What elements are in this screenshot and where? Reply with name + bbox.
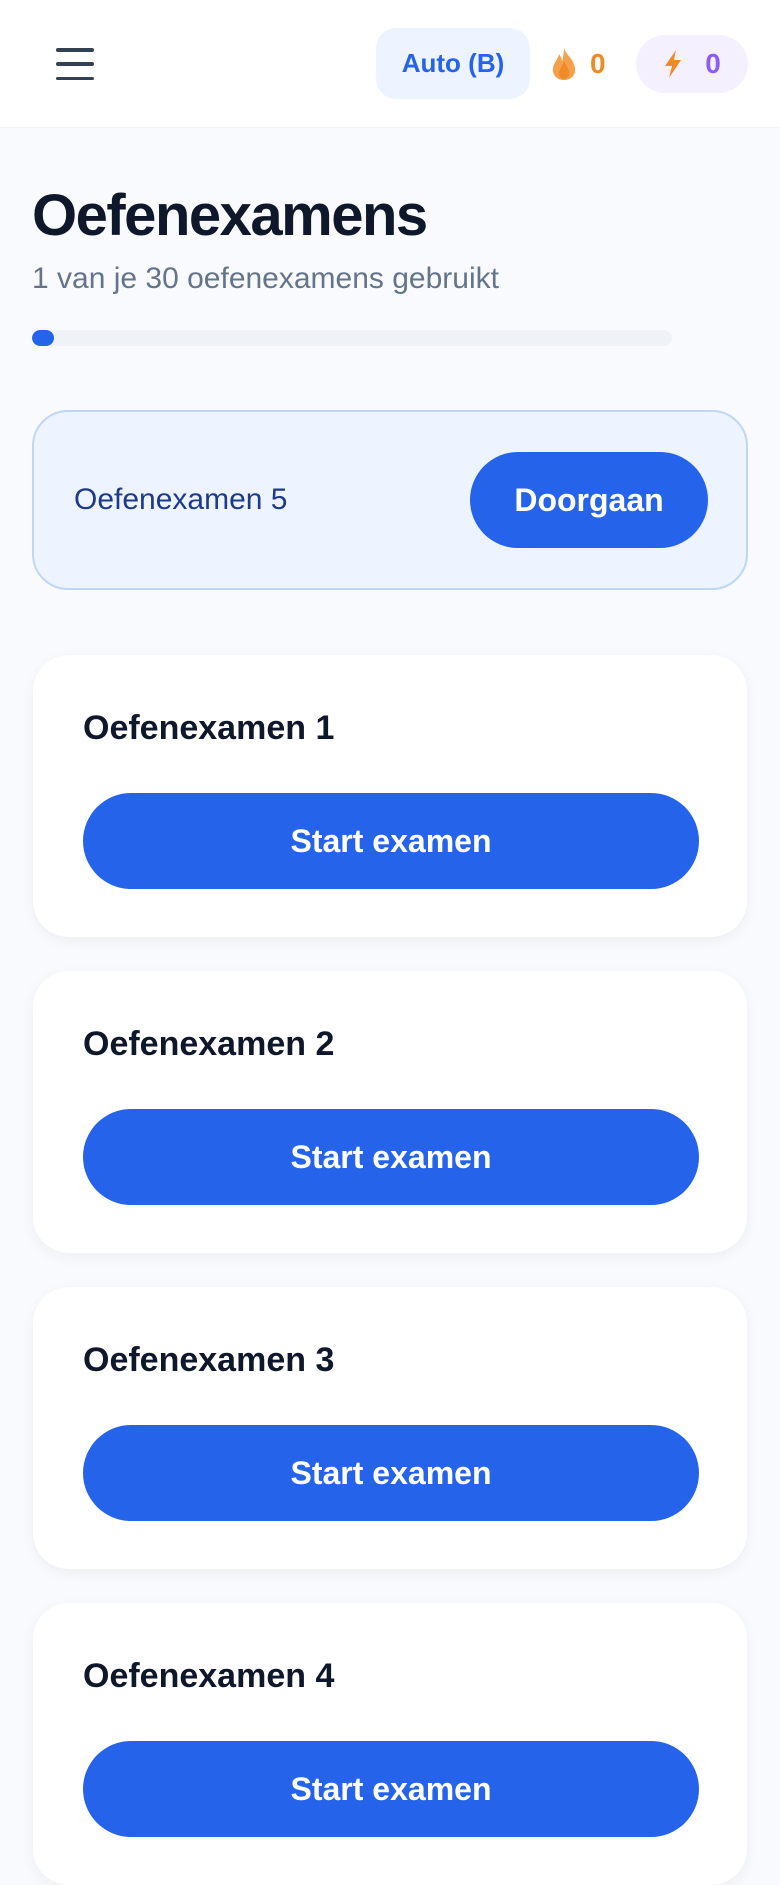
top-bar: Auto (B) 0 0 xyxy=(0,0,780,128)
resume-exam-label: Oefenexamen 5 xyxy=(74,483,288,516)
exam-card: Oefenexamen 1 Start examen xyxy=(33,655,747,937)
exam-card: Oefenexamen 2 Start examen xyxy=(33,971,747,1253)
license-category-label: Auto (B) xyxy=(401,48,505,78)
menu-line xyxy=(56,76,94,80)
start-exam-button[interactable]: Start examen xyxy=(83,1109,699,1205)
xp-count: 0 xyxy=(705,48,721,79)
start-exam-button[interactable]: Start examen xyxy=(83,1425,699,1521)
usage-progress-bar xyxy=(32,330,672,346)
exam-title: Oefenexamen 1 xyxy=(83,709,335,747)
streak-count: 0 xyxy=(590,48,606,79)
usage-progress-fill xyxy=(32,330,55,346)
exam-card: Oefenexamen 3 Start examen xyxy=(33,1287,747,1569)
start-exam-button[interactable]: Start examen xyxy=(83,1741,699,1837)
usage-subtitle: 1 van je 30 oefenexamens gebruikt xyxy=(32,262,499,295)
xp-counter[interactable]: 0 xyxy=(636,35,748,93)
continue-button[interactable]: Doorgaan xyxy=(470,452,708,548)
page-title: Oefenexamens xyxy=(32,183,428,248)
resume-exam-card: Oefenexamen 5 Doorgaan xyxy=(32,410,748,590)
license-category-button[interactable]: Auto (B) xyxy=(376,28,530,99)
hamburger-menu-icon[interactable] xyxy=(52,44,98,84)
exam-title: Oefenexamen 3 xyxy=(83,1341,335,1379)
exam-title: Oefenexamen 4 xyxy=(83,1657,335,1695)
menu-line xyxy=(56,62,94,66)
streak-counter[interactable]: 0 xyxy=(550,36,606,92)
exam-title: Oefenexamen 2 xyxy=(83,1025,335,1063)
flame-icon xyxy=(552,48,576,80)
start-exam-button[interactable]: Start examen xyxy=(83,793,699,889)
lightning-bolt-icon xyxy=(665,50,682,78)
menu-line xyxy=(56,48,94,52)
exam-card: Oefenexamen 4 Start examen xyxy=(33,1603,747,1885)
